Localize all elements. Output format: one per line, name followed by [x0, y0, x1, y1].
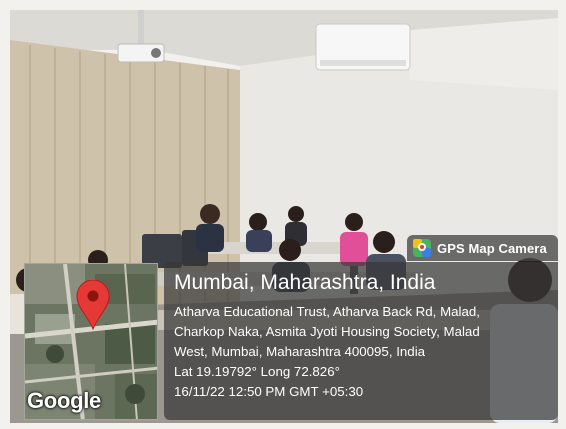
satellite-map-thumbnail: Google — [24, 263, 158, 420]
map-pin-icon — [76, 279, 110, 335]
gps-map-camera-app-icon — [413, 239, 431, 257]
location-title: Mumbai, Maharashtra, India — [174, 271, 436, 294]
badge-label: GPS Map Camera — [437, 240, 547, 256]
address-line: Charkop Naka, Asmita Jyoti Housing Socie… — [174, 324, 480, 339]
location-info-panel: Mumbai, Maharashtra, India Atharva Educa… — [164, 262, 558, 420]
gps-map-camera-badge: GPS Map Camera — [407, 235, 558, 261]
timestamp: 16/11/22 12:50 PM GMT +05:30 — [174, 384, 364, 399]
coordinates: Lat 19.19792° Long 72.826° — [174, 364, 340, 379]
google-logo: Google — [27, 388, 101, 413]
address-line: Atharva Educational Trust, Atharva Back … — [174, 304, 480, 319]
address-line: West, Mumbai, Maharashtra 400095, India — [174, 344, 426, 359]
